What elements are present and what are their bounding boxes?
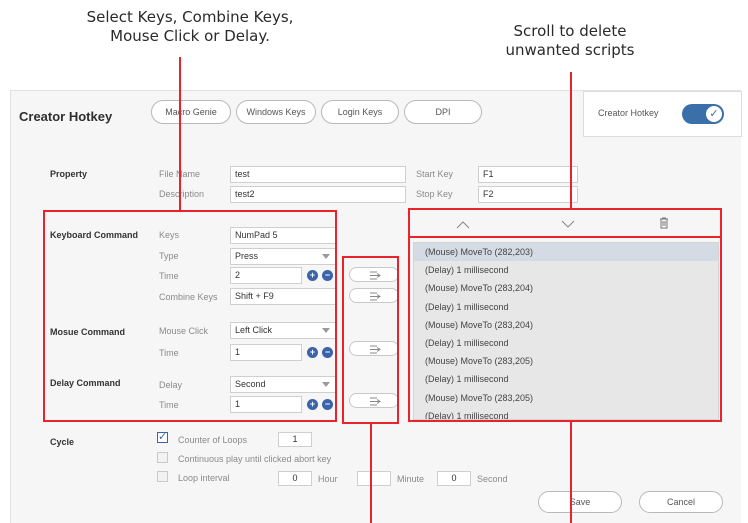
minus-icon[interactable]: −: [322, 399, 333, 410]
plus-icon[interactable]: +: [307, 270, 318, 281]
insert-mouse-button[interactable]: [349, 341, 399, 356]
keys-input[interactable]: NumPad 5: [230, 227, 336, 244]
callout-line-insert: [370, 424, 372, 523]
chevron-down-icon: [322, 328, 330, 333]
cycle-heading: Cycle: [50, 437, 75, 447]
continuous-play-label: Continuous play until clicked abort key: [178, 454, 332, 464]
script-item[interactable]: (Mouse) MoveTo (283,204): [414, 316, 718, 334]
minus-icon[interactable]: −: [322, 347, 333, 358]
mouse-click-select[interactable]: Left Click: [230, 322, 336, 339]
callout-line-left: [179, 57, 181, 210]
delay-value: Second: [235, 379, 266, 389]
callout-line-right: [570, 72, 572, 208]
start-key-label: Start Key: [416, 169, 454, 179]
stop-key-input[interactable]: F2: [478, 186, 578, 203]
delay-time-label: Time: [159, 400, 179, 410]
chevron-up-icon[interactable]: [456, 221, 470, 229]
mouse-click-label: Mouse Click: [159, 326, 209, 336]
callout-line: unwanted scripts: [505, 41, 635, 59]
mouse-time-input[interactable]: 1: [230, 344, 302, 361]
plus-icon[interactable]: +: [307, 399, 318, 410]
creator-hotkey-toggle[interactable]: ✓: [682, 104, 724, 124]
creator-hotkey-toggle-panel: Creator Hotkey ✓: [583, 91, 742, 137]
script-list[interactable]: (Mouse) MoveTo (282,203) (Delay) 1 millis…: [413, 242, 719, 420]
description-label: Description: [159, 189, 205, 199]
continuous-play-checkbox[interactable]: [157, 452, 168, 463]
tab-login-keys[interactable]: Login Keys: [321, 100, 399, 124]
chevron-down-icon[interactable]: [561, 220, 575, 228]
loop-interval-label: Loop interval: [178, 473, 230, 483]
insert-icon: [370, 345, 381, 354]
tab-windows-keys[interactable]: Windows Keys: [236, 100, 316, 124]
insert-icon: [370, 292, 381, 301]
script-item[interactable]: (Mouse) MoveTo (283,205): [414, 389, 718, 407]
callout-line: Scroll to delete: [513, 22, 627, 40]
delay-select[interactable]: Second: [230, 376, 336, 393]
second-input[interactable]: 0: [437, 471, 471, 486]
plus-icon[interactable]: +: [307, 347, 318, 358]
mouse-command-heading: Mosue Command: [50, 327, 126, 337]
callout-line: Mouse Click or Delay.: [110, 27, 270, 45]
mouse-time-label: Time: [159, 348, 179, 358]
second-label: Second: [477, 474, 508, 484]
delay-label: Delay: [159, 380, 183, 390]
insert-icon: [370, 271, 381, 280]
creator-hotkey-window: Creator Hotkey Macro Genie Windows Keys …: [10, 90, 742, 523]
keyboard-time-label: Time: [159, 271, 179, 281]
tab-dpi[interactable]: DPI: [404, 100, 482, 124]
script-toolbar: [413, 211, 723, 237]
type-select[interactable]: Press: [230, 248, 336, 265]
callout-scroll-delete: Scroll to delete unwanted scripts: [480, 22, 660, 60]
script-item[interactable]: (Delay) 1 millisecond: [414, 334, 718, 352]
script-item[interactable]: (Delay) 1 millisecond: [414, 298, 718, 316]
toggle-label: Creator Hotkey: [598, 108, 659, 118]
cancel-button[interactable]: Cancel: [639, 491, 723, 513]
minute-label: Minute: [397, 474, 425, 484]
mouse-click-value: Left Click: [235, 325, 273, 335]
app-title: Creator Hotkey: [19, 109, 113, 124]
minus-icon[interactable]: −: [322, 270, 333, 281]
callout-select-keys: Select Keys, Combine Keys, Mouse Click o…: [55, 8, 325, 46]
loop-interval-checkbox[interactable]: [157, 471, 168, 482]
script-item[interactable]: (Mouse) MoveTo (282,203): [414, 243, 718, 262]
minute-input[interactable]: [357, 471, 391, 486]
delay-command-heading: Delay Command: [50, 378, 121, 388]
trash-icon[interactable]: [659, 217, 669, 229]
combine-keys-input[interactable]: Shift + F9: [230, 288, 336, 305]
chevron-down-icon: [322, 254, 330, 259]
insert-delay-button[interactable]: [349, 393, 399, 408]
script-item[interactable]: (Mouse) MoveTo (283,205): [414, 352, 718, 370]
property-heading: Property: [50, 169, 88, 179]
delay-time-input[interactable]: 1: [230, 396, 302, 413]
type-value: Press: [235, 251, 259, 261]
insert-combine-keys-button[interactable]: [349, 288, 399, 303]
counter-of-loops-input[interactable]: 1: [278, 432, 312, 447]
check-icon: ✓: [706, 106, 722, 122]
type-label: Type: [159, 251, 179, 261]
keyboard-time-input[interactable]: 2: [230, 267, 302, 284]
save-button[interactable]: Save: [538, 491, 622, 513]
tab-macro-genie[interactable]: Macro Genie: [151, 100, 231, 124]
chevron-down-icon: [322, 382, 330, 387]
script-item[interactable]: (Delay) 1 millisecond: [414, 261, 718, 279]
callout-line: Select Keys, Combine Keys,: [86, 8, 294, 26]
script-item[interactable]: (Delay) 1 millisecond: [414, 407, 718, 419]
script-item[interactable]: (Delay) 1 millisecond: [414, 370, 718, 388]
counter-of-loops-label: Counter of Loops: [178, 435, 248, 445]
combine-keys-label: Combine Keys: [159, 292, 218, 302]
start-key-input[interactable]: F1: [478, 166, 578, 183]
insert-icon: [370, 397, 381, 406]
counter-of-loops-checkbox[interactable]: [157, 430, 168, 443]
insert-keys-button[interactable]: [349, 267, 399, 282]
script-item[interactable]: (Mouse) MoveTo (283,204): [414, 279, 718, 297]
stop-key-label: Stop Key: [416, 189, 453, 199]
keys-label: Keys: [159, 230, 180, 240]
description-input[interactable]: test2: [230, 186, 406, 203]
hour-input[interactable]: 0: [278, 471, 312, 486]
hour-label: Hour: [318, 474, 338, 484]
callout-line-list: [570, 422, 572, 523]
file-name-input[interactable]: test: [230, 166, 406, 183]
keyboard-command-heading: Keyboard Command: [50, 230, 139, 240]
